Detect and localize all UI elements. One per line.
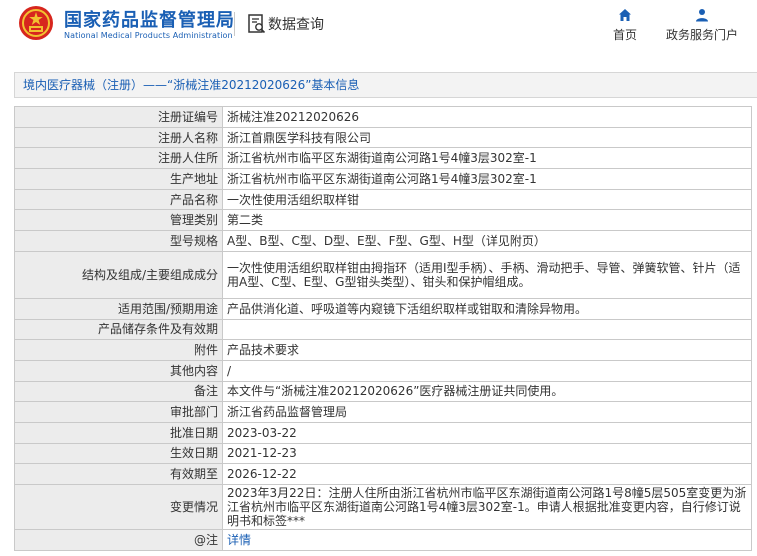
row-label: 审批部门 bbox=[14, 401, 223, 423]
row-value: 一次性使用活组织取样钳由拇指环（适用I型手柄）、手柄、滑动把手、导管、弹簧软管、… bbox=[222, 250, 752, 299]
table-row: 生效日期 2021-12-23 bbox=[14, 442, 752, 465]
row-label: 管理类别 bbox=[14, 209, 223, 232]
nav-portal-label: 政务服务门户 bbox=[665, 28, 738, 42]
row-label: 适用范围/预期用途 bbox=[14, 297, 223, 320]
row-label: 备注 bbox=[14, 380, 223, 403]
row-label: 变更情况 bbox=[14, 484, 223, 530]
row-value: 2023-03-22 bbox=[222, 421, 752, 444]
nav-service-portal[interactable]: 政务服务门户 bbox=[660, 8, 744, 43]
row-value: 2023年3月22日：注册人住所由浙江省杭州市临平区东湖街道南公河路1号8幢5层… bbox=[222, 484, 752, 530]
table-row: 附件 产品技术要求 bbox=[14, 339, 752, 361]
table-row: 注册人住所 浙江省杭州市临平区东湖街道南公河路1号4幢3层302室-1 bbox=[14, 147, 752, 170]
user-icon bbox=[696, 9, 708, 22]
data-query-icon bbox=[248, 14, 266, 34]
table-row: 备注 本文件与“浙械注准20212020626”医疗器械注册证共同使用。 bbox=[14, 380, 752, 403]
row-value: 浙械注准20212020626 bbox=[222, 106, 752, 128]
details-link[interactable]: 详情 bbox=[222, 529, 752, 551]
row-label: 生效日期 bbox=[14, 442, 223, 465]
table-row: 变更情况 2023年3月22日：注册人住所由浙江省杭州市临平区东湖街道南公河路1号… bbox=[14, 484, 752, 530]
row-label: 生产地址 bbox=[14, 168, 223, 190]
table-row: 其他内容 / bbox=[14, 359, 752, 382]
org-name-cn: 国家药品监督管理局 bbox=[64, 10, 235, 31]
table-row: 注册人名称 浙江首鼎医学科技有限公司 bbox=[14, 126, 752, 149]
row-value: 浙江省杭州市临平区东湖街道南公河路1号4幢3层302室-1 bbox=[222, 147, 752, 170]
row-label: 有效期至 bbox=[14, 463, 223, 485]
row-label: 注册证编号 bbox=[14, 106, 223, 128]
table-row: 批准日期 2023-03-22 bbox=[14, 421, 752, 444]
table-row: 管理类别 第二类 bbox=[14, 209, 752, 232]
home-icon bbox=[619, 9, 631, 21]
row-value: 浙江省杭州市临平区东湖街道南公河路1号4幢3层302室-1 bbox=[222, 168, 752, 190]
table-row: @注 详情 bbox=[14, 529, 752, 551]
row-value: A型、B型、C型、D型、E型、F型、G型、H型（详见附页） bbox=[222, 230, 752, 252]
nav-home-label: 首页 bbox=[612, 28, 637, 42]
row-label: 其他内容 bbox=[14, 359, 223, 382]
table-row: 型号规格 A型、B型、C型、D型、E型、F型、G型、H型（详见附页） bbox=[14, 230, 752, 252]
row-value: 一次性使用活组织取样钳 bbox=[222, 188, 752, 211]
registration-info-table: 注册证编号 浙械注准20212020626 注册人名称 浙江首鼎医学科技有限公司 注… bbox=[14, 106, 752, 551]
org-name-en: National Medical Products Administration bbox=[64, 31, 233, 40]
nav-home[interactable]: 首页 bbox=[608, 8, 642, 43]
row-value: 浙江省药品监督管理局 bbox=[222, 401, 752, 423]
row-value: 2026-12-22 bbox=[222, 463, 752, 485]
row-label: 注册人名称 bbox=[14, 126, 223, 149]
row-label: 产品储存条件及有效期 bbox=[14, 318, 223, 341]
table-row: 有效期至 2026-12-22 bbox=[14, 463, 752, 485]
row-label: 结构及组成/主要组成成分 bbox=[14, 250, 223, 299]
row-value: 产品技术要求 bbox=[222, 339, 752, 361]
row-label: @注 bbox=[14, 529, 223, 551]
table-row: 产品储存条件及有效期 bbox=[14, 318, 752, 341]
national-emblem-icon bbox=[19, 6, 53, 40]
page-title: 境内医疗器械（注册）——“浙械注准20212020626”基本信息 bbox=[14, 72, 757, 98]
header-divider bbox=[234, 12, 235, 36]
row-value: 产品供消化道、呼吸道等内窥镜下活组织取样或钳取和清除异物用。 bbox=[222, 297, 752, 320]
row-value: 2021-12-23 bbox=[222, 442, 752, 465]
row-value: / bbox=[222, 359, 752, 382]
table-row: 生产地址 浙江省杭州市临平区东湖街道南公河路1号4幢3层302室-1 bbox=[14, 168, 752, 190]
row-label: 批准日期 bbox=[14, 421, 223, 444]
table-row: 产品名称 一次性使用活组织取样钳 bbox=[14, 188, 752, 211]
row-label: 附件 bbox=[14, 339, 223, 361]
row-value: 浙江首鼎医学科技有限公司 bbox=[222, 126, 752, 149]
row-value: 第二类 bbox=[222, 209, 752, 232]
row-label: 型号规格 bbox=[14, 230, 223, 252]
row-label: 注册人住所 bbox=[14, 147, 223, 170]
data-query-label[interactable]: 数据查询 bbox=[268, 14, 324, 34]
table-row: 注册证编号 浙械注准20212020626 bbox=[14, 106, 752, 128]
row-label: 产品名称 bbox=[14, 188, 223, 211]
table-row: 适用范围/预期用途 产品供消化道、呼吸道等内窥镜下活组织取样或钳取和清除异物用。 bbox=[14, 297, 752, 320]
table-row: 结构及组成/主要组成成分 一次性使用活组织取样钳由拇指环（适用I型手柄）、手柄、滑… bbox=[14, 250, 752, 299]
table-row: 审批部门 浙江省药品监督管理局 bbox=[14, 401, 752, 423]
site-header: 国家药品监督管理局 National Medical Products Admi… bbox=[0, 0, 757, 60]
row-value: 本文件与“浙械注准20212020626”医疗器械注册证共同使用。 bbox=[222, 380, 752, 403]
row-value bbox=[222, 318, 752, 341]
